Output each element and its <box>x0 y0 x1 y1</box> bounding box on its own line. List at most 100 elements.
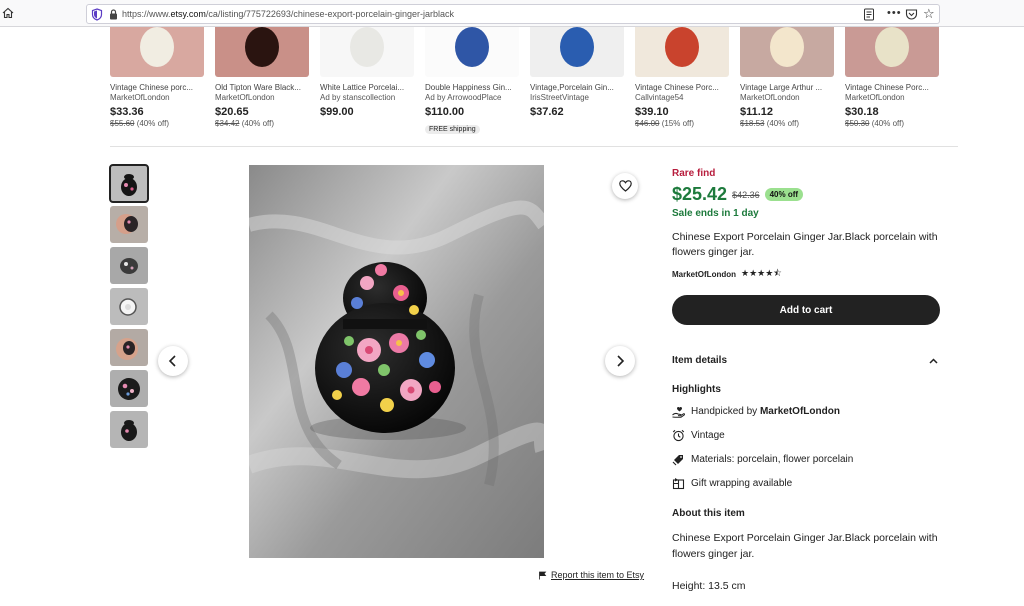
shop-name-link[interactable]: MarketOfLondon <box>672 270 736 279</box>
gift-icon <box>672 477 685 490</box>
listing-thumbnail[interactable] <box>845 27 939 77</box>
add-to-cart-button[interactable]: Add to cart <box>672 295 940 325</box>
listing-price: $11.12 <box>740 106 774 118</box>
recommended-listing[interactable]: Vintage Chinese Porc... MarketOfLondon $30… <box>845 27 939 128</box>
listing-seller: MarketOfLondon <box>110 93 170 102</box>
listing-discount: (40% off) <box>134 119 170 128</box>
rating-stars[interactable]: ★★★★⯪ <box>741 266 782 282</box>
highlight-vintage-text: Vintage <box>691 430 725 441</box>
about-item-text: Chinese Export Porcelain Ginger Jar.Blac… <box>672 532 938 560</box>
listing-original-price: $46.00 <box>635 119 660 128</box>
bookmark-star-icon[interactable]: ☆ <box>923 7 935 21</box>
listing-title: Vintage,Porcelain Gin... <box>530 83 614 92</box>
highlight-materials-text: Materials: porcelain, flower porcelain <box>691 454 854 465</box>
recommended-listing[interactable]: White Lattice Porcelai... Ad by stanscoll… <box>320 27 414 118</box>
thumbnail-7[interactable] <box>110 411 148 448</box>
free-shipping-badge: FREE shipping <box>425 125 480 134</box>
listing-price: $110.00 <box>425 106 465 118</box>
handpicked-seller[interactable]: MarketOfLondon <box>760 406 840 417</box>
seller-row: MarketOfLondon ★★★★⯪ <box>672 266 940 282</box>
listing-thumbnail[interactable] <box>215 27 309 77</box>
listing-original-price-row: $55.60 (40% off) <box>110 119 204 128</box>
listing-title: Vintage Chinese Porc... <box>635 83 719 92</box>
listing-price: $37.62 <box>530 106 564 118</box>
thumbnail-2[interactable] <box>110 206 148 243</box>
highlights-heading: Highlights <box>672 384 721 395</box>
listing-original-price: $34.42 <box>215 119 240 128</box>
materials-icon <box>672 453 685 466</box>
listing-discount: (40% off) <box>239 119 275 128</box>
item-details-heading: Item details <box>672 355 728 366</box>
listing-thumbnail[interactable] <box>740 27 834 77</box>
highlight-handpicked: Handpicked by MarketOfLondon <box>672 405 940 418</box>
listing-thumbnail[interactable] <box>320 27 414 77</box>
listing-price: $30.18 <box>845 106 879 118</box>
chevron-right-icon <box>617 355 625 367</box>
discount-badge: 40% off <box>764 188 804 201</box>
item-height: Height: 13.5 cm <box>672 580 746 592</box>
about-item-heading: About this item <box>672 508 745 519</box>
listing-thumbnail[interactable] <box>425 27 519 77</box>
listing-seller: Callvintage54 <box>635 93 684 102</box>
listing-original-price: $18.53 <box>740 119 765 128</box>
listing-discount: (40% off) <box>764 119 800 128</box>
recommended-listing[interactable]: Vintage,Porcelain Gin... IrisStreetVintag… <box>530 27 624 118</box>
thumbnail-1[interactable] <box>109 164 149 203</box>
highlight-vintage: Vintage <box>672 429 940 442</box>
home-icon[interactable] <box>2 7 14 19</box>
next-image-button[interactable] <box>605 346 635 376</box>
listing-thumbnail[interactable] <box>635 27 729 77</box>
recommended-listing[interactable]: Old Tipton Ware Black... MarketOfLondon $2… <box>215 27 309 128</box>
image-thumbnails <box>109 164 149 452</box>
listing-seller: Ad by ArrowoodPlace <box>425 93 502 102</box>
url-prefix: https://www. <box>122 9 171 19</box>
tracking-shield-icon[interactable] <box>91 8 103 21</box>
listing-original-price-row: $50.30 (40% off) <box>845 119 939 128</box>
thumbnail-3[interactable] <box>110 247 148 284</box>
listing-thumbnail[interactable] <box>110 27 204 77</box>
highlight-gift-wrap: Gift wrapping available <box>672 477 940 490</box>
flag-icon <box>539 571 547 579</box>
report-item-label: Report this item to Etsy <box>551 570 645 580</box>
url-bar[interactable]: https://www.etsy.com/ca/listing/77572269… <box>86 4 940 24</box>
listing-original-price-row: $46.00 (15% off) <box>635 119 729 128</box>
sale-ends-label: Sale ends in 1 day <box>672 208 759 219</box>
listing-price: $33.36 <box>110 106 144 118</box>
listing-original-price: $55.60 <box>110 119 135 128</box>
original-price: $42.36 <box>732 189 760 200</box>
recommended-listing[interactable]: Vintage Chinese porc... MarketOfLondon $33… <box>110 27 204 128</box>
item-details-toggle[interactable]: Item details <box>672 355 940 366</box>
chevron-up-icon <box>929 358 938 364</box>
recommended-listing[interactable]: Vintage Large Arthur ... MarketOfLondon $1… <box>740 27 834 128</box>
url-text[interactable]: https://www.etsy.com/ca/listing/77572269… <box>122 9 454 19</box>
favorite-button[interactable] <box>612 173 638 199</box>
listing-original-price-row: $34.42 (40% off) <box>215 119 309 128</box>
main-product-image[interactable] <box>249 165 544 558</box>
listing-discount: (40% off) <box>869 119 905 128</box>
listing-title: Vintage Chinese Porc... <box>845 83 929 92</box>
listing-thumbnail[interactable] <box>530 27 624 77</box>
more-actions-icon[interactable]: ••• <box>887 7 902 19</box>
recommended-listing[interactable]: Double Happiness Gin... Ad by ArrowoodPla… <box>425 27 519 136</box>
recommended-listings: Vintage Chinese porc... MarketOfLondon $33… <box>110 27 950 147</box>
thumbnail-6[interactable] <box>110 370 148 407</box>
listing-original-price-row: $18.53 (40% off) <box>740 119 834 128</box>
thumbnail-4[interactable] <box>110 288 148 325</box>
listing-seller: MarketOfLondon <box>845 93 905 102</box>
listing-discount: (15% off) <box>659 119 695 128</box>
url-path: /ca/listing/775722693/chinese-export-por… <box>205 9 455 19</box>
price-row: $25.42 $42.36 40% off <box>672 184 940 205</box>
listing-title: Old Tipton Ware Black... <box>215 83 301 92</box>
chevron-left-icon <box>168 355 176 367</box>
previous-image-button[interactable] <box>158 346 188 376</box>
listing-title: Vintage Large Arthur ... <box>740 83 823 92</box>
lock-icon[interactable] <box>109 9 118 20</box>
reader-view-icon[interactable] <box>863 8 875 21</box>
thumbnail-5[interactable] <box>110 329 148 366</box>
recommended-listing[interactable]: Vintage Chinese Porc... Callvintage54 $39.… <box>635 27 729 128</box>
report-item-link[interactable]: Report this item to Etsy <box>538 570 644 580</box>
listing-price: $39.10 <box>635 106 669 118</box>
pocket-icon[interactable] <box>905 8 918 21</box>
product-info-panel: Rare find $25.42 $42.36 40% off Sale end… <box>672 168 940 592</box>
listing-price: $99.00 <box>320 106 354 118</box>
